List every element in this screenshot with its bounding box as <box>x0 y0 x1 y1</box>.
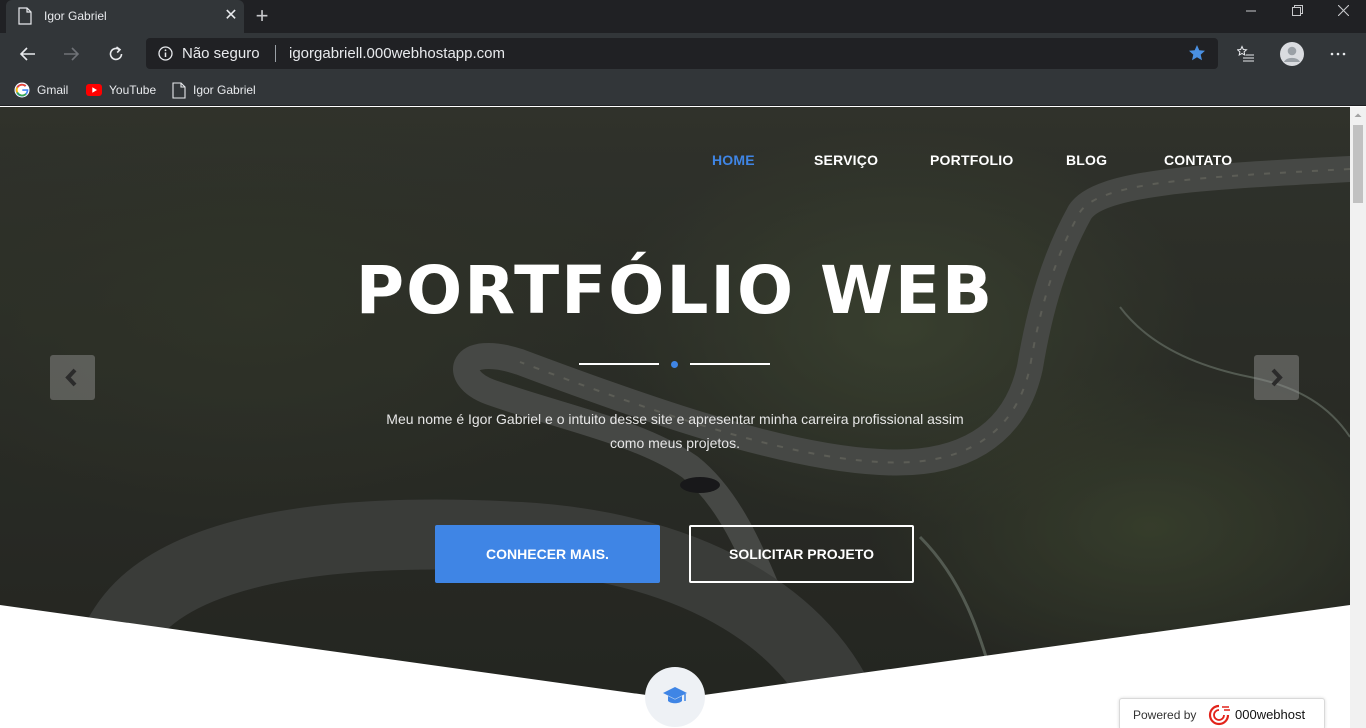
bookmark-star-icon[interactable] <box>1188 44 1206 62</box>
address-bar[interactable]: Não seguro igorgabriell.000webhostapp.co… <box>146 38 1218 69</box>
address-separator <box>275 45 276 62</box>
reload-icon <box>109 46 123 61</box>
bookmarks-bar: Gmail YouTube Igor Gabriel <box>0 75 1366 106</box>
000webhost-logo-icon <box>1208 704 1230 726</box>
favorites-list-icon <box>1236 45 1254 62</box>
close-window-button[interactable] <box>1320 0 1366 26</box>
favorites-button[interactable] <box>1231 39 1261 69</box>
avatar-icon <box>1280 42 1304 66</box>
reload-button[interactable] <box>101 39 131 69</box>
minimize-button[interactable] <box>1228 0 1274 26</box>
page-icon <box>18 7 32 25</box>
bookmark-gmail[interactable]: Gmail <box>14 80 68 100</box>
minimize-icon <box>1246 10 1256 12</box>
hero-section: HOME SERVIÇO PORTFOLIO BLOG CONTATO PORT… <box>0 107 1350 728</box>
browser-toolbar: Não seguro igorgabriell.000webhostapp.co… <box>0 33 1366 75</box>
bookmark-igor-gabriel[interactable]: Igor Gabriel <box>172 80 256 100</box>
browser-tab[interactable]: Igor Gabriel ✕ <box>6 0 244 33</box>
arrow-left-icon <box>19 47 35 61</box>
back-button[interactable] <box>13 39 43 69</box>
google-icon <box>14 82 30 98</box>
scrollbar-thumb[interactable] <box>1353 125 1363 203</box>
bookmark-youtube[interactable]: YouTube <box>86 80 156 100</box>
powered-by-badge[interactable]: Powered by 000webhost <box>1119 698 1325 728</box>
security-label[interactable]: Não seguro <box>182 45 260 62</box>
close-icon <box>1337 4 1349 17</box>
menu-button[interactable] <box>1323 39 1353 69</box>
graduation-cap-icon <box>663 687 687 704</box>
info-icon[interactable] <box>158 46 173 61</box>
page-scrollbar[interactable] <box>1350 107 1366 728</box>
more-icon <box>1330 52 1346 56</box>
tab-title: Igor Gabriel <box>44 9 107 23</box>
restore-button[interactable] <box>1274 0 1320 26</box>
hero-bottom-shape <box>0 605 1350 728</box>
forward-button[interactable] <box>56 39 86 69</box>
profile-button[interactable] <box>1277 39 1307 69</box>
powered-by-label: Powered by <box>1133 708 1197 722</box>
scroll-up-arrow-icon[interactable] <box>1350 107 1366 124</box>
page-icon <box>172 81 186 99</box>
tab-strip: Igor Gabriel ✕ + <box>0 0 1366 33</box>
section-icon-circle <box>645 667 705 727</box>
bookmark-label: Igor Gabriel <box>193 83 256 97</box>
url-text[interactable]: igorgabriell.000webhostapp.com <box>289 45 505 62</box>
page-viewport: HOME SERVIÇO PORTFOLIO BLOG CONTATO PORT… <box>0 107 1366 728</box>
bookmark-label: YouTube <box>109 83 157 97</box>
youtube-icon <box>86 84 102 96</box>
restore-icon <box>1291 5 1303 16</box>
new-tab-button[interactable]: + <box>250 4 274 28</box>
arrow-right-icon <box>64 47 80 61</box>
close-tab-icon[interactable]: ✕ <box>222 6 240 26</box>
powered-by-brand: 000webhost <box>1235 707 1306 722</box>
bookmark-label: Gmail <box>37 83 69 97</box>
